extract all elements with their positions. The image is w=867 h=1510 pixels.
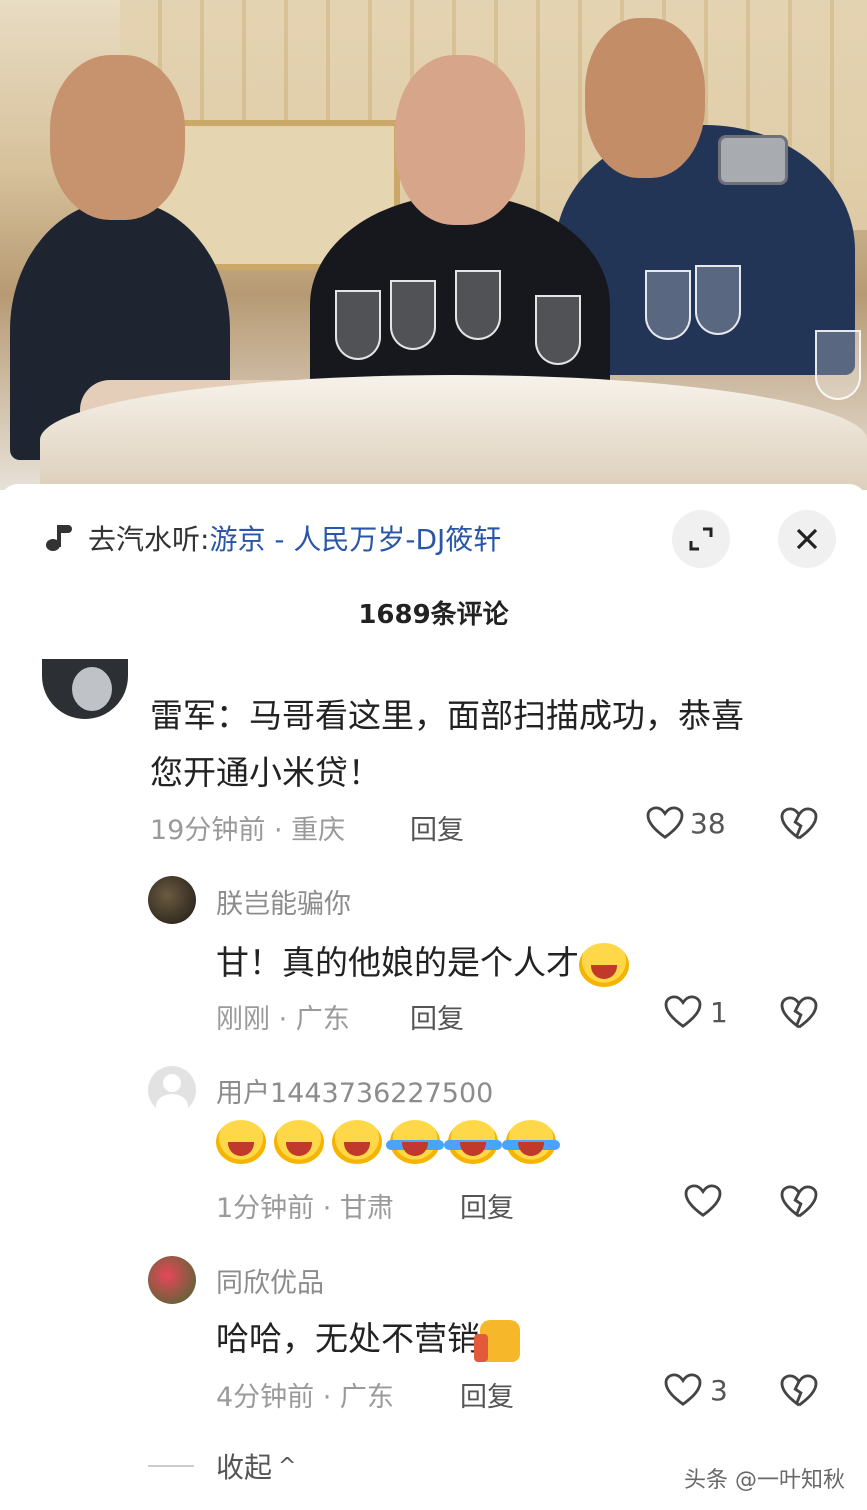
person-left-head xyxy=(50,55,185,220)
music-note-icon xyxy=(44,523,74,553)
reply-button[interactable]: 回复 xyxy=(460,1186,514,1225)
comment-author[interactable]: 朕岂能骗你 xyxy=(216,882,351,921)
expand-icon xyxy=(689,527,713,551)
comment-meta: 19分钟前 · 重庆 xyxy=(150,815,346,846)
comment-text-content: 哈哈，无处不营销 xyxy=(216,1319,480,1358)
comment-count-title: 1689条评论 xyxy=(358,600,509,630)
comment-text: 哈哈，无处不营销 xyxy=(216,1312,520,1362)
like-count: 3 xyxy=(710,1373,728,1407)
grinning-emoji-icon xyxy=(579,942,629,987)
music-title[interactable]: 游京 - 人民万岁-DJ筱轩 xyxy=(209,518,501,558)
comment-text-content: 甘！真的他娘的是个人才 xyxy=(216,943,579,982)
comment-meta: 1分钟前 · 甘肃 xyxy=(216,1193,394,1224)
heart-icon xyxy=(664,1373,702,1406)
expand-button[interactable] xyxy=(672,510,730,568)
collapse-label: 收起 xyxy=(216,1451,273,1484)
avatar[interactable] xyxy=(42,659,128,719)
comment-emoji-row xyxy=(216,1120,564,1164)
music-prefix: 去汽水听: xyxy=(88,523,210,556)
collapse-replies-button[interactable]: 收起 ^ xyxy=(148,1446,296,1486)
thumbs-up-emoji-icon xyxy=(474,1319,520,1362)
avatar[interactable] xyxy=(148,1256,196,1304)
comment-author[interactable]: 用户1443736227500 xyxy=(216,1071,493,1110)
heart-icon xyxy=(646,806,684,839)
like-count: 1 xyxy=(710,995,728,1029)
reply-button[interactable]: 回复 xyxy=(410,997,464,1036)
wine-glass xyxy=(390,280,436,350)
video-frame[interactable] xyxy=(0,0,867,490)
laughing-emoji-icon xyxy=(274,1120,324,1164)
reply-button[interactable]: 回复 xyxy=(410,808,464,847)
comment-text: 甘！真的他娘的是个人才 xyxy=(216,936,637,987)
broken-heart-icon[interactable] xyxy=(780,1185,818,1219)
heart-icon xyxy=(684,1184,722,1217)
wine-glass xyxy=(695,265,741,335)
comment-text: 雷军：马哥看这里，面部扫描成功，恭喜 xyxy=(150,696,744,735)
heart-icon xyxy=(664,995,702,1028)
wine-glass xyxy=(335,290,381,360)
laughing-emoji-icon xyxy=(216,1120,266,1164)
phone-in-hand xyxy=(718,135,788,185)
avatar[interactable] xyxy=(148,876,196,924)
comments-sheet: 去汽水听: 游京 - 人民万岁-DJ筱轩 1689条评论 雷军：马哥看这里，面部… xyxy=(0,484,867,1510)
like-count: 38 xyxy=(690,806,726,840)
close-button[interactable] xyxy=(778,510,836,568)
person-right-head xyxy=(585,18,705,178)
like-button[interactable]: 1 xyxy=(664,995,728,1029)
broken-heart-icon[interactable] xyxy=(780,807,818,841)
watermark: 头条 @一叶知秋 xyxy=(684,1468,845,1493)
wine-glass xyxy=(535,295,581,365)
person-center-head xyxy=(395,55,525,225)
rofl-emoji-icon xyxy=(386,1120,444,1164)
broken-heart-icon[interactable] xyxy=(780,996,818,1030)
like-button[interactable] xyxy=(684,1184,722,1218)
wine-glass xyxy=(645,270,691,340)
chevron-up-icon: ^ xyxy=(278,1453,297,1479)
comment-text-line2: 您开通小米贷！ xyxy=(150,753,381,792)
rofl-emoji-icon xyxy=(444,1120,502,1164)
close-icon xyxy=(796,528,818,550)
divider xyxy=(148,1465,194,1467)
music-link[interactable]: 去汽水听: 游京 - 人民万岁-DJ筱轩 xyxy=(44,518,501,558)
default-avatar-icon[interactable] xyxy=(148,1066,196,1114)
comment-meta: 刚刚 · 广东 xyxy=(216,1004,350,1035)
like-button[interactable]: 3 xyxy=(664,1373,728,1407)
rofl-emoji-icon xyxy=(502,1120,560,1164)
wine-glass xyxy=(455,270,501,340)
like-button[interactable]: 38 xyxy=(646,806,726,840)
wine-glass xyxy=(815,330,861,400)
reply-button[interactable]: 回复 xyxy=(460,1375,514,1414)
comment-author[interactable]: 同欣优品 xyxy=(216,1261,324,1300)
laughing-emoji-icon xyxy=(332,1120,382,1164)
broken-heart-icon[interactable] xyxy=(780,1374,818,1408)
comment-meta: 4分钟前 · 广东 xyxy=(216,1382,394,1413)
